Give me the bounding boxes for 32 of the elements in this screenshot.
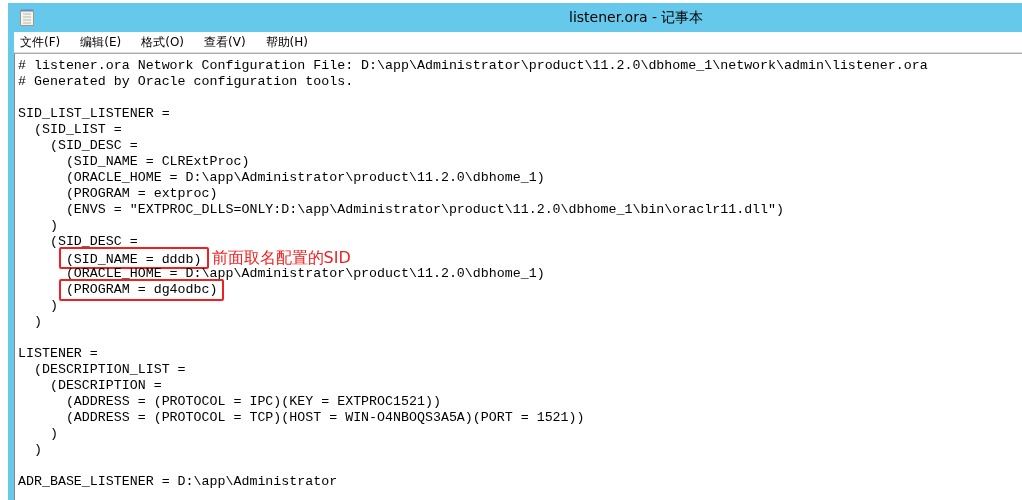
- code-line: (ORACLE_HOME = D:\app\Administrator\product\11.2.0\dbhome_1): [64, 170, 545, 185]
- code-line: (ORACLE_HOME = D:\app\Administrator\product\11.2.0\dbhome_1): [64, 266, 545, 281]
- code-line: ): [48, 218, 58, 233]
- code-line: # Generated by Oracle configuration tools.: [18, 74, 354, 89]
- code-line: (DESCRIPTION_LIST =: [32, 362, 186, 377]
- window-title: listener.ora - 记事本: [569, 9, 704, 27]
- menu-item[interactable]: 文件(F): [14, 33, 67, 51]
- code-line: (ADDRESS = (PROTOCOL = IPC)(KEY = EXTPROC1521)): [64, 394, 441, 409]
- code-line: (PROGRAM = dg4odbc): [64, 282, 218, 297]
- code-line: ): [32, 314, 42, 329]
- code-line: (SID_NAME = dddb): [64, 252, 202, 267]
- code-line: ADR_BASE_LISTENER = D:\app\Administrator: [18, 474, 338, 489]
- menu-item[interactable]: 格式(O): [135, 33, 191, 51]
- code-line: (PROGRAM = extproc): [64, 186, 218, 201]
- code-line: ): [32, 442, 42, 457]
- code-line: (ADDRESS = (PROTOCOL = TCP)(HOST = WIN-O4NBOQS3A5A)(PORT = 1521)): [64, 410, 585, 425]
- code-line: (ENVS = "EXTPROC_DLLS=ONLY:D:\app\Administrator\product\11.2.0\dbhome_1\bin\oraclr11.dll"): [64, 202, 785, 217]
- menu-item[interactable]: 编辑(E): [74, 33, 128, 51]
- code-line: (SID_LIST =: [32, 122, 122, 137]
- code-line: LISTENER =: [18, 346, 98, 361]
- annotation-text: 前面取名配置的SID: [211, 248, 351, 267]
- code-line: ): [48, 426, 58, 441]
- code-line: (SID_DESC =: [48, 234, 138, 249]
- menu-item[interactable]: 帮助(H): [259, 33, 314, 51]
- code-line: (DESCRIPTION =: [48, 378, 162, 393]
- notepad-icon: [20, 9, 34, 26]
- code-line: # listener.ora Network Configuration File: D:\app\Administrator\product\11.2.0\dbhome_1\network\admin\listener.ora: [18, 58, 928, 73]
- code-line: (SID_NAME = CLRExtProc): [64, 154, 250, 169]
- menu-item[interactable]: 查看(V): [198, 33, 252, 51]
- code-line: ): [48, 298, 58, 313]
- code-line: (SID_DESC =: [48, 138, 138, 153]
- code-line: SID_LIST_LISTENER =: [18, 106, 170, 121]
